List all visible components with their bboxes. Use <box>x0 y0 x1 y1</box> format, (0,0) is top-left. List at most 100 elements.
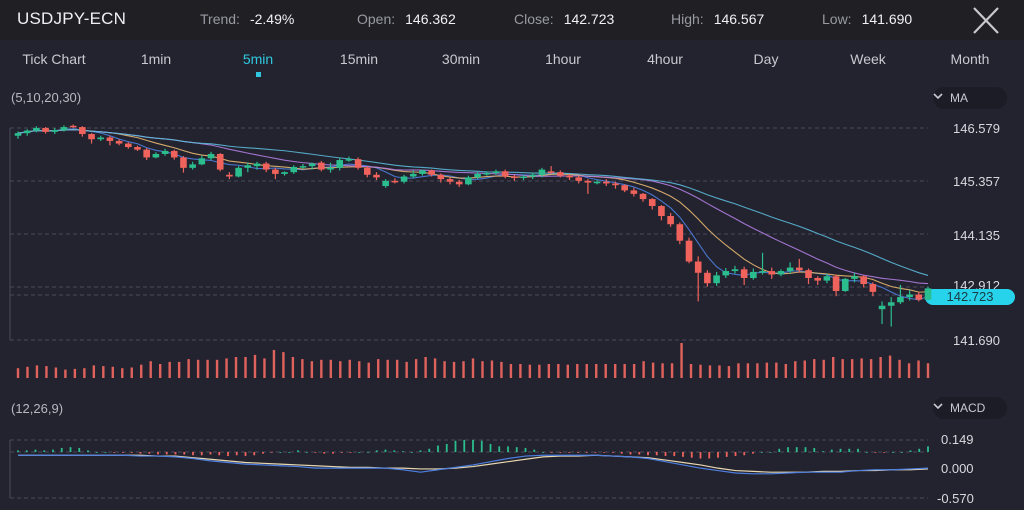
macd-histogram-bar <box>682 452 684 457</box>
volume-bar <box>813 359 816 378</box>
volume-bar <box>395 359 399 378</box>
macd-histogram-bar <box>813 447 816 453</box>
macd-histogram-bar <box>148 452 151 454</box>
candle-body <box>685 240 693 262</box>
macd-histogram-bar <box>17 450 19 453</box>
candle-body <box>290 166 298 173</box>
volume-bar <box>111 366 114 378</box>
macd-histogram-bar <box>594 452 597 453</box>
volume-bar <box>263 358 266 378</box>
candle-body <box>694 261 702 273</box>
volume-bar <box>16 368 20 378</box>
macd-histogram-bar <box>542 452 544 453</box>
volume-bar <box>528 364 532 378</box>
candle-body <box>851 276 858 279</box>
candle-body <box>161 150 169 154</box>
candle-body <box>602 181 610 184</box>
macd-histogram-bar <box>384 449 387 453</box>
volume-bar <box>348 359 351 378</box>
macd-histogram-bar <box>25 450 28 453</box>
candle-body <box>60 127 68 131</box>
candle-body <box>796 267 803 271</box>
candle-body <box>437 174 445 180</box>
volume-bar <box>140 364 143 378</box>
volume-bar <box>462 361 465 378</box>
candle-body <box>750 271 757 278</box>
macd-histogram-bar <box>498 446 501 453</box>
candle-body <box>318 162 325 170</box>
macd-histogram-bar <box>437 445 439 453</box>
macd-histogram-bar <box>314 452 317 453</box>
volume-bar <box>168 361 171 378</box>
candle-body <box>786 267 794 272</box>
volume-bar <box>158 364 162 378</box>
macd-histogram-bar <box>288 452 291 453</box>
volume-bar <box>538 364 541 378</box>
candle-body <box>676 224 684 241</box>
candle-body <box>336 160 344 168</box>
macd-histogram-bar <box>393 450 396 453</box>
candle-body <box>308 163 316 167</box>
macd-histogram-bar <box>472 439 474 453</box>
candle-body <box>612 183 619 186</box>
candle-body <box>262 163 270 170</box>
candle-body <box>428 170 435 175</box>
volume-bar <box>272 350 276 378</box>
volume-bar <box>35 365 39 378</box>
macd-histogram-bar <box>848 448 851 453</box>
macd-histogram-bar <box>367 452 369 453</box>
volume-bar <box>102 366 105 378</box>
volume-bar <box>452 361 456 378</box>
candle-body <box>382 180 389 187</box>
candle-body <box>281 172 288 174</box>
volume-bar <box>377 359 380 378</box>
macd-histogram-bar <box>279 452 282 453</box>
volume-bar <box>225 358 228 378</box>
chart-canvas[interactable] <box>0 0 1024 510</box>
macd-histogram-bar <box>428 448 431 453</box>
macd-histogram-bar <box>253 452 256 456</box>
macd-histogram-bar <box>507 446 509 453</box>
macd-histogram-bar <box>139 452 142 454</box>
macd-histogram-bar <box>122 452 124 453</box>
candle-body <box>547 171 555 173</box>
macd-histogram-bar <box>752 452 754 454</box>
candle-body <box>345 159 353 161</box>
volume-bar <box>73 368 77 378</box>
macd-histogram-bar <box>305 452 308 453</box>
macd-histogram-bar <box>638 452 641 455</box>
candle-body <box>216 153 224 170</box>
candle-body <box>658 206 665 216</box>
volume-bar <box>832 357 835 378</box>
volume-bar <box>917 360 920 378</box>
volume-bar <box>45 366 48 378</box>
volume-bar <box>595 364 598 378</box>
candle-body <box>354 159 362 168</box>
candle-body <box>455 181 463 185</box>
candle-body <box>69 125 77 128</box>
candle-body <box>170 150 178 158</box>
volume-bar <box>339 361 342 378</box>
macd-histogram-bar <box>717 452 719 458</box>
macd-histogram-bar <box>524 447 527 453</box>
volume-bar <box>746 363 750 378</box>
macd-histogram-bar <box>760 452 763 453</box>
macd-dea-line <box>18 454 929 473</box>
ma30-line <box>17 129 929 276</box>
volume-bar <box>737 363 740 378</box>
candle-body <box>887 302 895 306</box>
macd-histogram-bar <box>445 443 448 453</box>
macd-histogram-bar <box>323 452 326 454</box>
macd-histogram-bar <box>620 452 623 454</box>
volume-bar <box>718 365 721 378</box>
candle-body <box>207 153 215 159</box>
macd-histogram-bar <box>708 452 711 459</box>
volume-bar <box>54 367 58 378</box>
macd-histogram-bar <box>909 450 912 453</box>
volume-bar <box>83 368 86 378</box>
macd-histogram-bar <box>778 448 781 453</box>
candle-body <box>125 143 132 148</box>
candle-body <box>814 277 821 281</box>
volume-bar <box>642 361 645 378</box>
volume-bar <box>424 357 427 378</box>
